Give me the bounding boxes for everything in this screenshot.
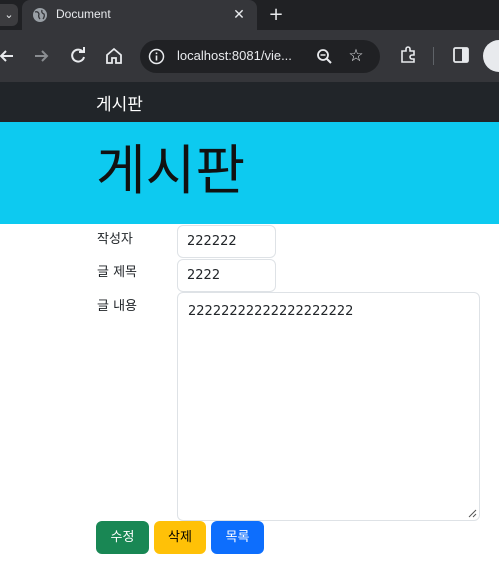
writer-label: 작성자	[97, 232, 133, 247]
navbar-brand[interactable]: 게시판	[96, 90, 143, 115]
profile-avatar[interactable]	[483, 40, 499, 72]
tab-search-button[interactable]: ⌄	[0, 4, 18, 26]
page-header-banner: 게시판	[0, 122, 499, 224]
toolbar-divider	[433, 47, 434, 65]
site-info-icon[interactable]	[148, 48, 165, 65]
delete-button[interactable]: 삭제	[154, 521, 206, 554]
bookmark-star-icon[interactable]: ☆	[346, 46, 366, 66]
content-textarea[interactable]: 22222222222222222222	[177, 292, 480, 521]
list-button[interactable]: 목록	[211, 521, 264, 554]
tab-title: Document	[56, 7, 111, 21]
page-title: 게시판	[96, 139, 246, 202]
writer-field[interactable]: 222222	[177, 225, 276, 258]
content-label: 글 내용	[97, 299, 138, 314]
reload-icon[interactable]	[66, 44, 90, 68]
extensions-icon[interactable]	[398, 44, 418, 64]
new-tab-button[interactable]: +	[264, 3, 288, 27]
content-text: 22222222222222222222	[188, 304, 354, 319]
side-panel-icon[interactable]	[451, 45, 471, 65]
home-icon[interactable]	[102, 44, 126, 68]
close-tab-icon[interactable]: ✕	[229, 5, 249, 25]
browser-tab-strip: ⌄ Document ✕ +	[0, 0, 499, 30]
title-label: 글 제목	[97, 265, 138, 280]
title-field[interactable]: 2222	[177, 259, 276, 292]
back-icon[interactable]	[0, 44, 19, 68]
browser-tab[interactable]: Document ✕	[22, 0, 257, 30]
url-text[interactable]: localhost:8081/vie...	[177, 48, 292, 63]
resize-handle-icon[interactable]	[468, 509, 477, 518]
forward-icon[interactable]	[29, 44, 53, 68]
edit-button[interactable]: 수정	[96, 521, 149, 554]
browser-toolbar: localhost:8081/vie... ☆	[0, 30, 499, 82]
globe-icon	[33, 8, 47, 22]
zoom-icon[interactable]	[315, 47, 334, 66]
site-navbar: 게시판	[0, 82, 499, 122]
address-bar[interactable]: localhost:8081/vie... ☆	[140, 40, 380, 73]
